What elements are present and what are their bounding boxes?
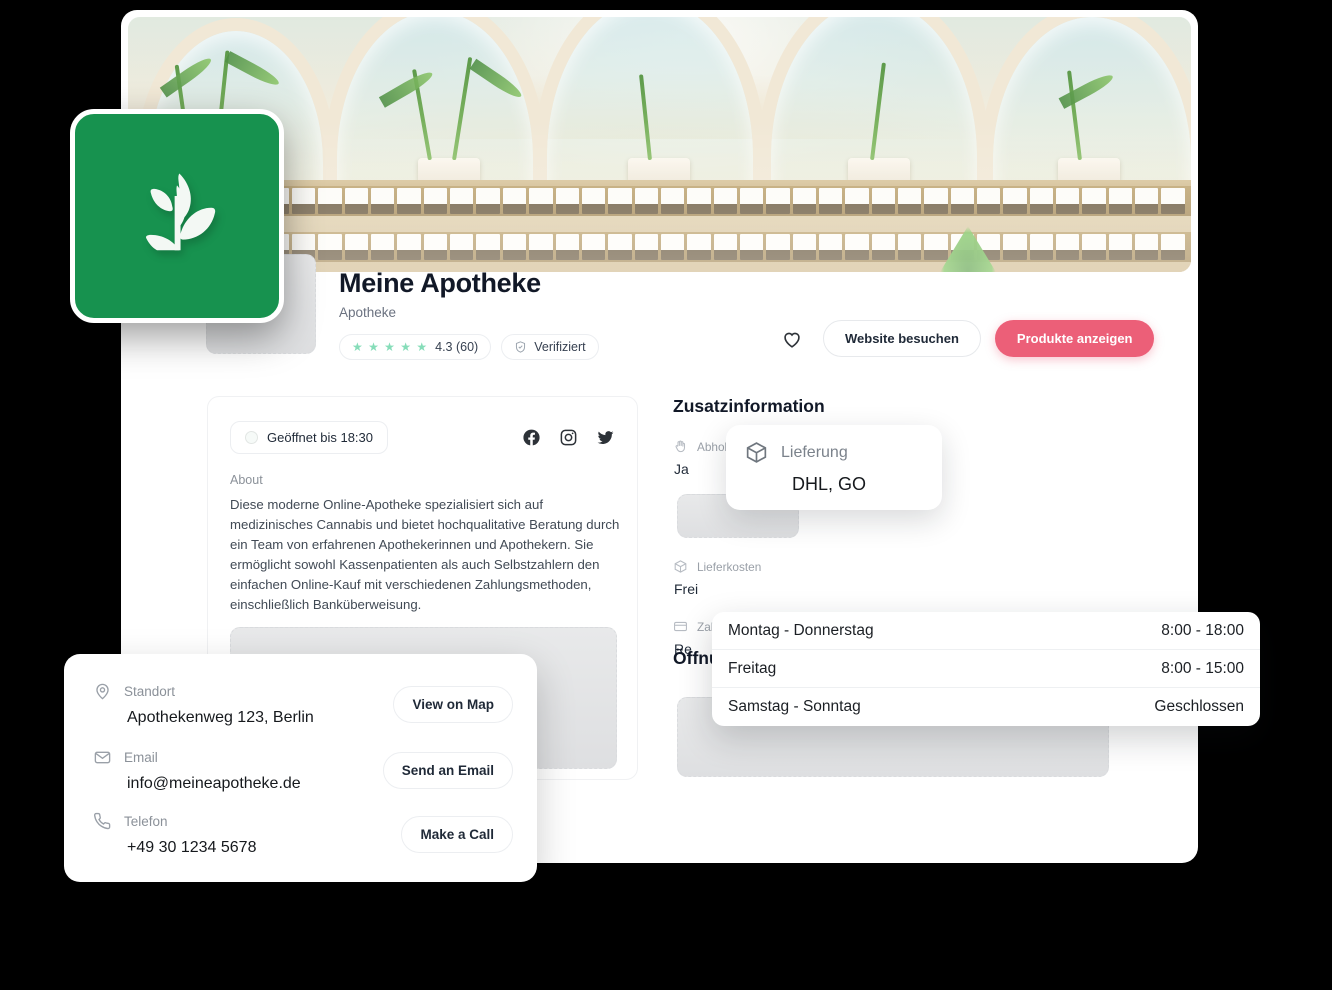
visit-website-button[interactable]: Website besuchen xyxy=(823,320,981,357)
verified-label: Verifiziert xyxy=(534,340,586,354)
screenshot-stage: Meine Apotheke Apotheke ★ ★ ★ ★ ★ 4.3 (6… xyxy=(0,0,1332,990)
phone-label: Telefon xyxy=(124,814,168,829)
hours-days: Samstag - Sonntag xyxy=(728,698,861,715)
delivery-label: Lieferung xyxy=(781,443,848,461)
hero-overlay xyxy=(128,17,1191,272)
additional-info-title: Zusatzinformation xyxy=(673,396,825,416)
hero-banner-image xyxy=(128,17,1191,272)
open-status-badge[interactable]: Geöffnet bis 18:30 xyxy=(230,421,389,454)
email-value: info@meineapotheke.de xyxy=(127,775,301,792)
info-item-delivery-cost: Lieferkosten Frei xyxy=(673,559,1113,598)
facebook-icon[interactable] xyxy=(522,428,541,447)
status-and-socials-row: Geöffnet bis 18:30 xyxy=(230,421,615,454)
favorite-button[interactable] xyxy=(775,321,809,356)
hours-time: 8:00 - 15:00 xyxy=(1161,659,1244,677)
envelope-icon xyxy=(94,751,111,764)
contact-card: Standort Apothekenweg 123, Berlin View o… xyxy=(64,654,537,882)
show-products-button[interactable]: Produkte anzeigen xyxy=(994,320,1155,357)
table-row: Samstag - Sonntag Geschlossen xyxy=(712,688,1260,726)
profile-meta-row: ★ ★ ★ ★ ★ 4.3 (60) Verifiziert xyxy=(339,334,599,360)
delivery-card-header: Lieferung xyxy=(744,440,924,465)
delivery-info-card: Lieferung DHL, GO xyxy=(726,425,942,510)
about-text: Diese moderne Online-Apotheke spezialisi… xyxy=(230,497,620,613)
location-value: Apothekenweg 123, Berlin xyxy=(127,709,314,726)
opening-hours-card: Montag - Donnerstag 8:00 - 18:00 Freitag… xyxy=(712,612,1260,726)
contact-row-phone: Telefon +49 30 1234 5678 Make a Call xyxy=(93,812,513,857)
phone-icon xyxy=(93,812,111,830)
table-row: Freitag 8:00 - 15:00 xyxy=(712,650,1260,688)
rating-value: 4.3 (60) xyxy=(435,340,479,354)
page-title: Meine Apotheke xyxy=(339,268,541,298)
twitter-icon[interactable] xyxy=(596,428,615,447)
location-pin-icon xyxy=(96,683,109,700)
delivery-cost-value: Frei xyxy=(674,581,699,597)
package-icon xyxy=(746,442,767,463)
rating-chip[interactable]: ★ ★ ★ ★ ★ 4.3 (60) xyxy=(339,334,492,360)
about-label: About xyxy=(230,473,263,487)
location-label: Standort xyxy=(124,684,176,699)
social-links xyxy=(522,428,615,447)
shield-check-icon xyxy=(516,341,526,353)
phone-value: +49 30 1234 5678 xyxy=(127,839,257,856)
business-logo-tile xyxy=(70,109,284,323)
contact-row-location: Standort Apothekenweg 123, Berlin View o… xyxy=(93,682,513,727)
card-icon xyxy=(674,621,687,632)
profile-header: Meine Apotheke Apotheke ★ ★ ★ ★ ★ 4.3 (6… xyxy=(339,268,599,360)
hours-time: Geschlossen xyxy=(1154,698,1244,715)
status-badge-verified[interactable]: Verifiziert xyxy=(501,334,599,360)
heart-icon xyxy=(784,332,800,348)
table-row: Montag - Donnerstag 8:00 - 18:00 xyxy=(712,612,1260,650)
contact-row-email: Email info@meineapotheke.de Send an Emai… xyxy=(93,748,513,793)
hours-days: Freitag xyxy=(728,659,777,677)
send-email-button[interactable]: Send an Email xyxy=(382,752,513,789)
open-status-label: Geöffnet bis 18:30 xyxy=(267,430,374,445)
leaf-plant-icon xyxy=(146,173,216,251)
delivery-value: DHL, GO xyxy=(792,474,867,494)
email-label: Email xyxy=(124,750,158,765)
hours-time: 8:00 - 18:00 xyxy=(1161,621,1244,639)
hours-days: Montag - Donnerstag xyxy=(728,621,874,639)
package-icon xyxy=(674,560,687,573)
profile-actions: Website besuchen Produkte anzeigen xyxy=(775,320,1155,357)
star-rating-icon: ★ ★ ★ ★ ★ xyxy=(352,340,429,354)
make-call-button[interactable]: Make a Call xyxy=(401,816,513,853)
hand-icon xyxy=(675,440,686,453)
delivery-cost-label: Lieferkosten xyxy=(697,559,762,574)
instagram-icon[interactable] xyxy=(559,428,578,447)
business-category: Apotheke xyxy=(339,305,397,320)
view-on-map-button[interactable]: View on Map xyxy=(393,686,513,723)
clock-icon xyxy=(245,431,258,444)
